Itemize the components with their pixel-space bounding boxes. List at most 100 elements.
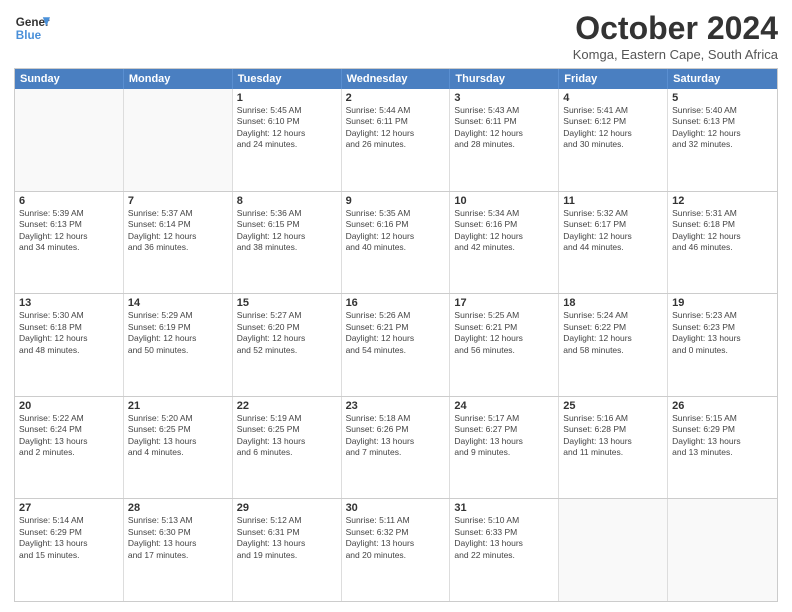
calendar-cell: 11Sunrise: 5:32 AM Sunset: 6:17 PM Dayli… <box>559 192 668 294</box>
calendar-cell: 8Sunrise: 5:36 AM Sunset: 6:15 PM Daylig… <box>233 192 342 294</box>
calendar-cell: 17Sunrise: 5:25 AM Sunset: 6:21 PM Dayli… <box>450 294 559 396</box>
day-info: Sunrise: 5:39 AM Sunset: 6:13 PM Dayligh… <box>19 208 119 254</box>
day-info: Sunrise: 5:29 AM Sunset: 6:19 PM Dayligh… <box>128 310 228 356</box>
calendar-cell: 26Sunrise: 5:15 AM Sunset: 6:29 PM Dayli… <box>668 397 777 499</box>
calendar-cell: 23Sunrise: 5:18 AM Sunset: 6:26 PM Dayli… <box>342 397 451 499</box>
calendar-row: 27Sunrise: 5:14 AM Sunset: 6:29 PM Dayli… <box>15 498 777 601</box>
month-title: October 2024 <box>573 10 778 47</box>
calendar-cell <box>15 89 124 191</box>
title-block: October 2024 Komga, Eastern Cape, South … <box>573 10 778 62</box>
day-number: 8 <box>237 195 337 207</box>
day-number: 15 <box>237 297 337 309</box>
day-number: 21 <box>128 400 228 412</box>
day-info: Sunrise: 5:25 AM Sunset: 6:21 PM Dayligh… <box>454 310 554 356</box>
day-number: 17 <box>454 297 554 309</box>
calendar-cell: 2Sunrise: 5:44 AM Sunset: 6:11 PM Daylig… <box>342 89 451 191</box>
calendar-cell: 16Sunrise: 5:26 AM Sunset: 6:21 PM Dayli… <box>342 294 451 396</box>
day-info: Sunrise: 5:18 AM Sunset: 6:26 PM Dayligh… <box>346 413 446 459</box>
calendar-cell <box>124 89 233 191</box>
day-number: 26 <box>672 400 773 412</box>
day-info: Sunrise: 5:31 AM Sunset: 6:18 PM Dayligh… <box>672 208 773 254</box>
day-number: 25 <box>563 400 663 412</box>
day-number: 20 <box>19 400 119 412</box>
calendar-cell: 29Sunrise: 5:12 AM Sunset: 6:31 PM Dayli… <box>233 499 342 601</box>
day-info: Sunrise: 5:14 AM Sunset: 6:29 PM Dayligh… <box>19 515 119 561</box>
calendar-cell: 7Sunrise: 5:37 AM Sunset: 6:14 PM Daylig… <box>124 192 233 294</box>
day-info: Sunrise: 5:16 AM Sunset: 6:28 PM Dayligh… <box>563 413 663 459</box>
day-number: 12 <box>672 195 773 207</box>
calendar-cell: 18Sunrise: 5:24 AM Sunset: 6:22 PM Dayli… <box>559 294 668 396</box>
calendar-cell: 15Sunrise: 5:27 AM Sunset: 6:20 PM Dayli… <box>233 294 342 396</box>
calendar-header: SundayMondayTuesdayWednesdayThursdayFrid… <box>15 69 777 89</box>
day-info: Sunrise: 5:45 AM Sunset: 6:10 PM Dayligh… <box>237 105 337 151</box>
day-number: 3 <box>454 92 554 104</box>
day-info: Sunrise: 5:26 AM Sunset: 6:21 PM Dayligh… <box>346 310 446 356</box>
day-info: Sunrise: 5:34 AM Sunset: 6:16 PM Dayligh… <box>454 208 554 254</box>
page: General Blue October 2024 Komga, Eastern… <box>0 0 792 612</box>
day-info: Sunrise: 5:23 AM Sunset: 6:23 PM Dayligh… <box>672 310 773 356</box>
calendar-cell: 9Sunrise: 5:35 AM Sunset: 6:16 PM Daylig… <box>342 192 451 294</box>
day-number: 6 <box>19 195 119 207</box>
day-info: Sunrise: 5:17 AM Sunset: 6:27 PM Dayligh… <box>454 413 554 459</box>
calendar-cell: 3Sunrise: 5:43 AM Sunset: 6:11 PM Daylig… <box>450 89 559 191</box>
logo-icon: General Blue <box>14 10 50 46</box>
day-info: Sunrise: 5:24 AM Sunset: 6:22 PM Dayligh… <box>563 310 663 356</box>
day-info: Sunrise: 5:32 AM Sunset: 6:17 PM Dayligh… <box>563 208 663 254</box>
day-info: Sunrise: 5:12 AM Sunset: 6:31 PM Dayligh… <box>237 515 337 561</box>
day-number: 30 <box>346 502 446 514</box>
day-info: Sunrise: 5:19 AM Sunset: 6:25 PM Dayligh… <box>237 413 337 459</box>
header-day-wednesday: Wednesday <box>342 69 451 89</box>
header-day-friday: Friday <box>559 69 668 89</box>
day-info: Sunrise: 5:15 AM Sunset: 6:29 PM Dayligh… <box>672 413 773 459</box>
day-number: 31 <box>454 502 554 514</box>
day-number: 1 <box>237 92 337 104</box>
calendar: SundayMondayTuesdayWednesdayThursdayFrid… <box>14 68 778 602</box>
svg-text:Blue: Blue <box>16 29 42 42</box>
day-number: 2 <box>346 92 446 104</box>
calendar-cell: 30Sunrise: 5:11 AM Sunset: 6:32 PM Dayli… <box>342 499 451 601</box>
calendar-cell: 14Sunrise: 5:29 AM Sunset: 6:19 PM Dayli… <box>124 294 233 396</box>
day-number: 11 <box>563 195 663 207</box>
calendar-cell: 27Sunrise: 5:14 AM Sunset: 6:29 PM Dayli… <box>15 499 124 601</box>
day-info: Sunrise: 5:40 AM Sunset: 6:13 PM Dayligh… <box>672 105 773 151</box>
calendar-cell <box>559 499 668 601</box>
calendar-body: 1Sunrise: 5:45 AM Sunset: 6:10 PM Daylig… <box>15 89 777 601</box>
day-number: 13 <box>19 297 119 309</box>
day-number: 28 <box>128 502 228 514</box>
header-day-tuesday: Tuesday <box>233 69 342 89</box>
day-number: 4 <box>563 92 663 104</box>
calendar-row: 13Sunrise: 5:30 AM Sunset: 6:18 PM Dayli… <box>15 293 777 396</box>
day-number: 10 <box>454 195 554 207</box>
day-info: Sunrise: 5:30 AM Sunset: 6:18 PM Dayligh… <box>19 310 119 356</box>
day-info: Sunrise: 5:10 AM Sunset: 6:33 PM Dayligh… <box>454 515 554 561</box>
day-info: Sunrise: 5:11 AM Sunset: 6:32 PM Dayligh… <box>346 515 446 561</box>
day-info: Sunrise: 5:22 AM Sunset: 6:24 PM Dayligh… <box>19 413 119 459</box>
day-info: Sunrise: 5:35 AM Sunset: 6:16 PM Dayligh… <box>346 208 446 254</box>
day-number: 5 <box>672 92 773 104</box>
calendar-cell: 4Sunrise: 5:41 AM Sunset: 6:12 PM Daylig… <box>559 89 668 191</box>
calendar-cell: 10Sunrise: 5:34 AM Sunset: 6:16 PM Dayli… <box>450 192 559 294</box>
day-info: Sunrise: 5:43 AM Sunset: 6:11 PM Dayligh… <box>454 105 554 151</box>
day-number: 23 <box>346 400 446 412</box>
day-number: 22 <box>237 400 337 412</box>
day-number: 27 <box>19 502 119 514</box>
header: General Blue October 2024 Komga, Eastern… <box>14 10 778 62</box>
day-number: 16 <box>346 297 446 309</box>
day-info: Sunrise: 5:36 AM Sunset: 6:15 PM Dayligh… <box>237 208 337 254</box>
calendar-cell: 25Sunrise: 5:16 AM Sunset: 6:28 PM Dayli… <box>559 397 668 499</box>
subtitle: Komga, Eastern Cape, South Africa <box>573 47 778 62</box>
day-number: 9 <box>346 195 446 207</box>
day-number: 14 <box>128 297 228 309</box>
calendar-cell: 12Sunrise: 5:31 AM Sunset: 6:18 PM Dayli… <box>668 192 777 294</box>
header-day-sunday: Sunday <box>15 69 124 89</box>
calendar-cell: 24Sunrise: 5:17 AM Sunset: 6:27 PM Dayli… <box>450 397 559 499</box>
calendar-cell <box>668 499 777 601</box>
calendar-cell: 1Sunrise: 5:45 AM Sunset: 6:10 PM Daylig… <box>233 89 342 191</box>
calendar-cell: 13Sunrise: 5:30 AM Sunset: 6:18 PM Dayli… <box>15 294 124 396</box>
day-number: 29 <box>237 502 337 514</box>
day-info: Sunrise: 5:41 AM Sunset: 6:12 PM Dayligh… <box>563 105 663 151</box>
day-info: Sunrise: 5:20 AM Sunset: 6:25 PM Dayligh… <box>128 413 228 459</box>
calendar-cell: 6Sunrise: 5:39 AM Sunset: 6:13 PM Daylig… <box>15 192 124 294</box>
day-number: 18 <box>563 297 663 309</box>
calendar-cell: 19Sunrise: 5:23 AM Sunset: 6:23 PM Dayli… <box>668 294 777 396</box>
